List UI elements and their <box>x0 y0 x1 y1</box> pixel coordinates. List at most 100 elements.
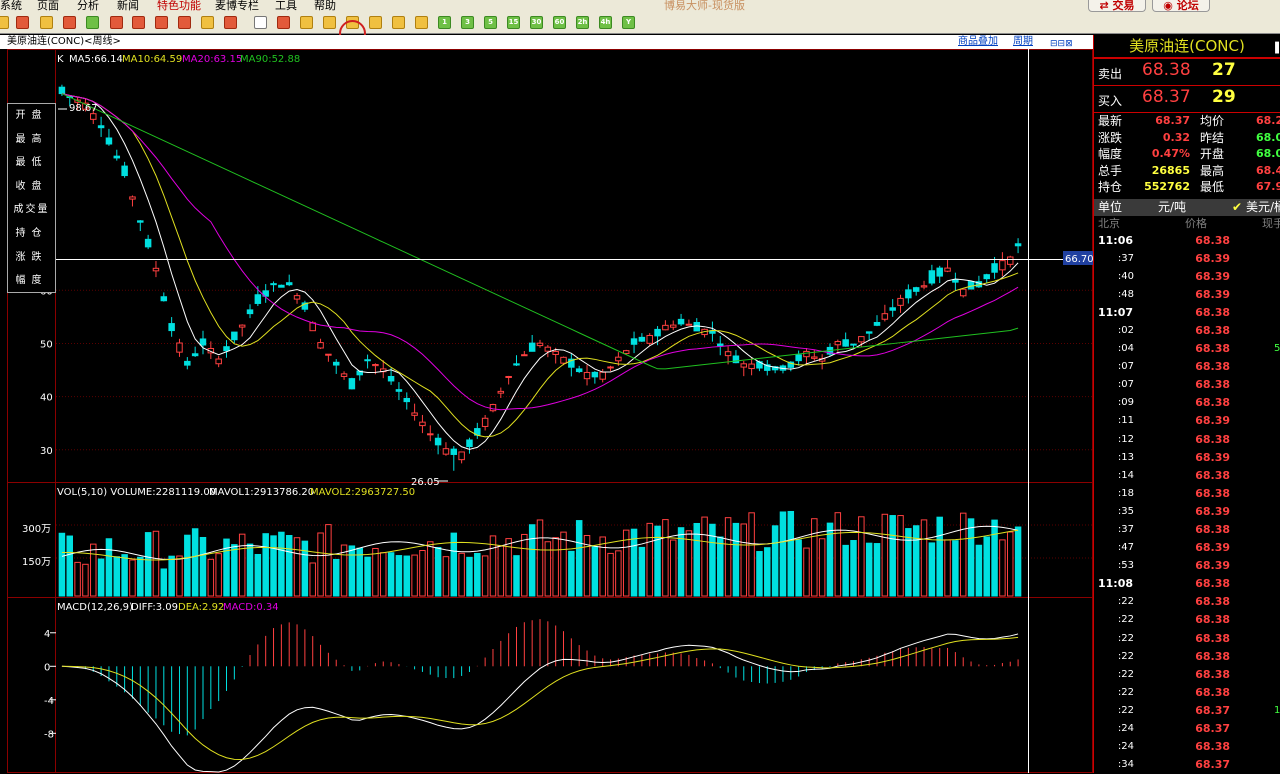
tick-price: 68.38 <box>1178 232 1230 250</box>
candle-body <box>851 344 856 345</box>
info-high: 最高 <box>8 128 55 152</box>
tick-time: :47 <box>1094 539 1134 557</box>
macd-label: MACD:0.34 <box>223 602 279 613</box>
tick-price: 68.38 <box>1178 376 1230 394</box>
volume-bar <box>592 547 597 596</box>
tick-time: 11:06 <box>1098 232 1133 250</box>
tick-row: :4768.39 <box>1094 539 1280 557</box>
period-15-icon[interactable]: 15 <box>507 16 520 29</box>
overlay-link[interactable]: 商品叠加 <box>958 35 998 49</box>
volume-bar <box>239 534 244 596</box>
close-icon[interactable]: ▐ <box>1270 38 1280 52</box>
arrow-icon[interactable] <box>0 16 9 29</box>
tick-price: 68.39 <box>1178 449 1230 467</box>
period-link[interactable]: 周期 <box>1013 35 1033 49</box>
volume-bar <box>710 524 715 596</box>
chart-area[interactable]: 美原油连(CONC)<周线> 商品叠加 周期 ⊟⊟⊠ 30405060 K MA… <box>0 35 1093 773</box>
tick-row: :2468.37 <box>1094 720 1280 738</box>
eraser-icon[interactable] <box>201 16 214 29</box>
tick-list[interactable]: 11:0668.38:3768.39:4068.39:4868.3911:076… <box>1094 232 1280 774</box>
pen-icon[interactable] <box>178 16 191 29</box>
folder-icon[interactable] <box>40 16 53 29</box>
period-3-icon[interactable]: 3 <box>461 16 474 29</box>
candle-body <box>467 440 472 447</box>
home-icon[interactable] <box>16 16 29 29</box>
menu-features[interactable]: 特色功能 <box>157 0 201 12</box>
chart-icon[interactable] <box>277 16 290 29</box>
forum-button[interactable]: ◉ 论坛 <box>1152 0 1210 12</box>
candle-body <box>153 268 158 271</box>
period-year-icon[interactable]: Y <box>622 16 635 29</box>
tick-qty: 1 <box>1274 702 1280 720</box>
tick-price: 68.39 <box>1178 557 1230 575</box>
vol-header: VOL(5,10) VOLUME:2281119.00 <box>57 487 216 498</box>
period-30-icon[interactable]: 30 <box>530 16 543 29</box>
menu-news[interactable]: 新闻 <box>117 0 139 12</box>
volume-bar <box>929 543 934 596</box>
filter-icon[interactable] <box>224 16 237 29</box>
zoom-in-icon[interactable] <box>110 16 123 29</box>
list-icon[interactable] <box>323 16 336 29</box>
volume-bar <box>208 559 213 596</box>
menu-help[interactable]: 帮助 <box>314 0 336 12</box>
season-icon[interactable] <box>392 16 405 29</box>
x-icon[interactable] <box>415 16 428 29</box>
refresh-icon[interactable] <box>86 16 99 29</box>
volume-bar <box>960 513 965 596</box>
quote-value: 67.9 <box>1256 179 1280 196</box>
quote-value: 552762 <box>1140 179 1190 196</box>
volume-bar <box>302 541 307 596</box>
kline-chart[interactable]: 30405060 K MA5:66.14 MA10:64.59 MA20:63.… <box>0 49 1093 773</box>
tick-time: :48 <box>1094 286 1134 304</box>
tick-row: :1168.39 <box>1094 412 1280 430</box>
volume-bar <box>263 534 268 596</box>
doc-icon[interactable] <box>300 16 313 29</box>
open-icon[interactable] <box>63 16 76 29</box>
volume-bar <box>772 526 777 596</box>
table-icon[interactable] <box>254 16 267 29</box>
menu-column[interactable]: 麦博专栏 <box>215 0 259 12</box>
volume-bar <box>420 551 425 596</box>
tick-row: :2468.38 <box>1094 738 1280 756</box>
tick-price: 68.38 <box>1178 394 1230 412</box>
zoom-out-icon[interactable] <box>132 16 145 29</box>
candle-body <box>639 337 644 341</box>
high-label: 98.67 <box>69 103 98 114</box>
volume-bar <box>569 551 574 596</box>
volume-bar <box>91 544 96 596</box>
period-2h-icon[interactable]: 2h <box>576 16 589 29</box>
candle-body <box>929 271 934 283</box>
period-1-icon[interactable]: 1 <box>438 16 451 29</box>
candle-body <box>1008 257 1013 264</box>
candle-body <box>600 372 605 379</box>
volume-bar <box>890 516 895 596</box>
quote-label: 幅度 <box>1098 146 1122 163</box>
candle-body <box>592 372 597 376</box>
tick-row: :2268.38 <box>1094 593 1280 611</box>
volume-bar <box>255 554 260 596</box>
draw-icon[interactable] <box>155 16 168 29</box>
menu-tools[interactable]: 工具 <box>275 0 297 12</box>
candle-body <box>388 377 393 381</box>
quote-label: 最高 <box>1200 163 1224 180</box>
period-5-icon[interactable]: 5 <box>484 16 497 29</box>
period-60-icon[interactable]: 60 <box>553 16 566 29</box>
check-icon[interactable]: ✔ <box>1232 199 1242 216</box>
candle-body <box>396 390 401 392</box>
volume-bar <box>365 557 370 596</box>
volume-bar <box>310 563 315 596</box>
tick-head-time: 北京 <box>1098 216 1120 232</box>
trade-button[interactable]: ⇄ 交易 <box>1088 0 1146 12</box>
menu-page[interactable]: 页面 <box>37 0 59 12</box>
tick-row: :1868.38 <box>1094 485 1280 503</box>
menu-analysis[interactable]: 分析 <box>77 0 99 12</box>
dea-label: DEA:2.92 <box>178 602 224 613</box>
month-icon[interactable] <box>369 16 382 29</box>
unit-currency[interactable]: 美元/桶 <box>1246 199 1280 216</box>
volume-bar <box>804 548 809 596</box>
period-4h-icon[interactable]: 4h <box>599 16 612 29</box>
bid-row: 买入 68.37 29 <box>1094 86 1280 112</box>
volume-bar <box>467 557 472 596</box>
menu-system[interactable]: 系统 <box>0 0 22 12</box>
tick-price: 68.38 <box>1178 340 1230 358</box>
